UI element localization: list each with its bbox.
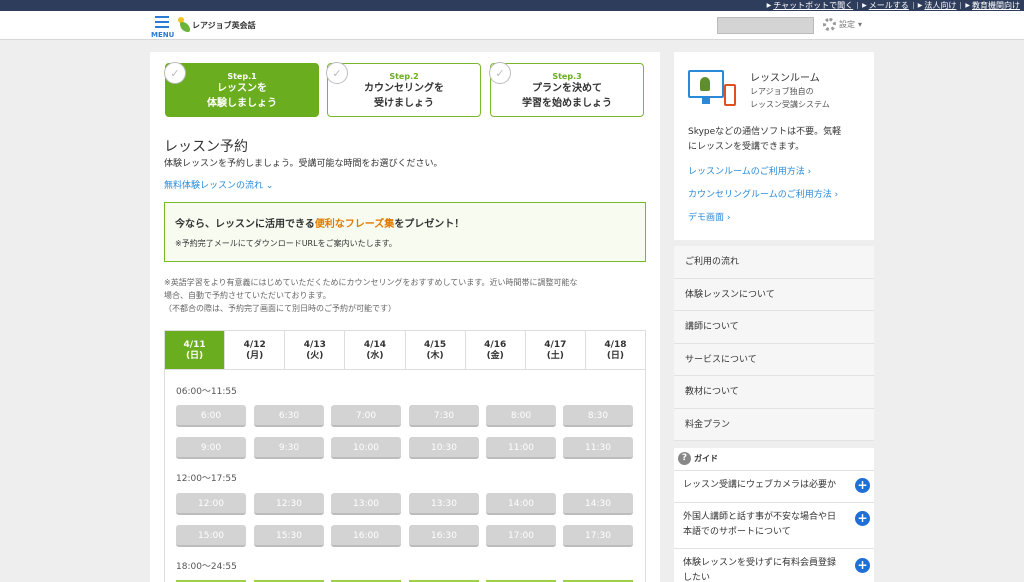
page-title: レッスン予約 [164, 139, 248, 155]
lesson-room-description: Skypeなどの通信ソフトは不要。気軽 にレッスンを受講できます。 [688, 127, 842, 152]
time-slot-button[interactable]: 12:30 [254, 493, 324, 515]
sidebar-item-pricing[interactable]: 料金プラン [674, 408, 874, 441]
time-slot-button[interactable]: 12:00 [176, 493, 246, 515]
date-tab[interactable]: 4/17 (土) [525, 331, 586, 369]
sidebar-item-trial-lesson[interactable]: 体験レッスンについて [674, 278, 874, 311]
time-slot-button[interactable]: 16:00 [331, 525, 401, 547]
chevron-down-icon: ▾ [858, 20, 863, 29]
time-slot-button[interactable]: 15:30 [254, 525, 324, 547]
time-slot-button[interactable]: 16:30 [409, 525, 479, 547]
guide-item-paid-registration[interactable]: 体験レッスンを受けずに有料会員登録 したい [683, 556, 859, 582]
time-slot-button[interactable]: 6:30 [254, 405, 324, 427]
time-slot-button[interactable]: 8:30 [563, 405, 633, 427]
time-slot-button[interactable]: 17:00 [486, 525, 556, 547]
lesson-room-usage-link[interactable]: レッスンルームのご利用方法 › [688, 164, 811, 177]
plus-icon[interactable]: + [855, 478, 870, 493]
time-slots: 06:00〜11:55 6:00 6:30 7:00 7:30 8:00 8:3… [164, 370, 646, 582]
plus-icon[interactable]: + [855, 511, 870, 526]
menu-button[interactable]: MENU [151, 14, 174, 39]
education-link[interactable]: ▶ 教育機関向け [965, 0, 1020, 11]
time-slot-button[interactable]: 10:00 [331, 437, 401, 459]
date-tab[interactable]: 4/11 (日) [165, 331, 226, 369]
chevron-right-icon: › [834, 190, 839, 200]
check-icon: ✓ [164, 62, 186, 84]
plus-icon[interactable]: + [855, 558, 870, 573]
time-slot-button[interactable]: 8:00 [486, 405, 556, 427]
step-2: ✓ Step.2 カウンセリングを 受けましょう [326, 62, 481, 117]
check-icon: ✓ [326, 62, 348, 84]
time-slot-button[interactable]: 9:30 [254, 437, 324, 459]
mail-link[interactable]: ▶ メールする [862, 0, 909, 11]
date-tab[interactable]: 4/18 (日) [585, 331, 645, 369]
counseling-note: ※英語学習をより有意義にはじめていただくためにカウンセリングをおすすめしています… [164, 278, 578, 313]
guide-panel: ? ガイド レッスン受講にウェブカメラは必要か + 外国人講師と話す事が不安な場… [674, 448, 874, 582]
hamburger-icon [155, 16, 169, 31]
time-slot-button[interactable]: 15:00 [176, 525, 246, 547]
chevron-down-icon: ⌄ [265, 181, 274, 191]
time-range-label: 18:00〜24:55 [176, 562, 237, 572]
chevron-right-icon: › [726, 213, 731, 223]
time-slot-button[interactable]: 13:30 [409, 493, 479, 515]
time-slot-button[interactable]: 6:00 [176, 405, 246, 427]
question-icon: ? [678, 452, 691, 465]
lesson-room-title: レッスンルーム [750, 73, 820, 84]
lesson-room-illustration-icon [688, 70, 736, 110]
sidebar-item-flow[interactable]: ご利用の流れ [674, 246, 874, 279]
time-slot-button[interactable]: 7:00 [331, 405, 401, 427]
main-content: ✓ Step.1 レッスンを 体験しましょう ✓ Step.2 カウンセリングを… [150, 52, 660, 582]
time-slot-button[interactable]: 14:00 [486, 493, 556, 515]
time-slot-button[interactable]: 13:00 [331, 493, 401, 515]
logo-mark-icon [178, 17, 190, 33]
logo[interactable]: レアジョブ英会話 [178, 17, 256, 33]
promo-box: 今なら、レッスンに活用できる便利なフレーズ集をプレゼント！ ※予約完了メールにて… [164, 202, 646, 262]
settings-button[interactable]: 設定 ▾ [823, 18, 862, 31]
time-slot-button[interactable]: 11:00 [486, 437, 556, 459]
date-tab[interactable]: 4/15 (木) [405, 331, 466, 369]
sidebar-item-materials[interactable]: 教材について [674, 376, 874, 409]
chatbot-link[interactable]: ▶ チャットボットで聞く [767, 0, 854, 11]
lesson-room-subtitle: レアジョブ独自の レッスン受講システム [750, 87, 830, 109]
time-range-label: 12:00〜17:55 [176, 474, 237, 484]
search-input[interactable] [717, 17, 814, 34]
time-slot-button[interactable]: 14:30 [563, 493, 633, 515]
promo-note: ※予約完了メールにてダウンロードURLをご案内いたします。 [175, 239, 397, 248]
guide-item-japanese-support[interactable]: 外国人講師と話す事が不安な場合や日 本語でのサポートについて [683, 510, 859, 540]
step-3: ✓ Step.3 プランを決めて 学習を始めましょう [489, 62, 644, 117]
time-range-label: 06:00〜11:55 [176, 387, 237, 397]
sidebar-item-service[interactable]: サービスについて [674, 343, 874, 376]
step-1: ✓ Step.1 レッスンを 体験しましょう [164, 62, 319, 117]
time-slot-button[interactable]: 11:30 [563, 437, 633, 459]
counseling-room-usage-link[interactable]: カウンセリングルームのご利用方法 › [688, 187, 838, 200]
sidebar-menu: ご利用の流れ 体験レッスンについて 講師について サービスについて 教材について… [674, 246, 874, 441]
top-utility-bar: ▶ チャットボットで聞く ▶ メールする ▶ 法人向け ▶ 教育機関向け [0, 0, 1024, 11]
guide-heading: ? ガイド [678, 452, 718, 465]
promo-headline: 今なら、レッスンに活用できる便利なフレーズ集をプレゼント！ [175, 219, 465, 230]
date-tab[interactable]: 4/16 (金) [465, 331, 526, 369]
date-tab[interactable]: 4/12 (月) [225, 331, 286, 369]
time-slot-button[interactable]: 9:00 [176, 437, 246, 459]
date-tab[interactable]: 4/13 (火) [285, 331, 346, 369]
demo-screen-link[interactable]: デモ画面 › [688, 210, 731, 223]
date-tabs: 4/11 (日) 4/12 (月) 4/13 (火) 4/14 (水) 4/15 (木) … [164, 330, 646, 370]
check-icon: ✓ [489, 62, 511, 84]
guide-item-webcam[interactable]: レッスン受講にウェブカメラは必要か [683, 478, 859, 493]
chevron-right-icon: › [807, 167, 812, 177]
sidebar-item-tutors[interactable]: 講師について [674, 311, 874, 344]
gear-icon [823, 18, 836, 31]
time-slot-button[interactable]: 17:30 [563, 525, 633, 547]
header: MENU レアジョブ英会話 設定 ▾ [0, 11, 1024, 40]
time-slot-button[interactable]: 7:30 [409, 405, 479, 427]
date-tab[interactable]: 4/14 (水) [345, 331, 406, 369]
lesson-room-card: レッスンルーム レアジョブ独自の レッスン受講システム Skypeなどの通信ソフ… [674, 52, 874, 240]
corporate-link[interactable]: ▶ 法人向け [918, 0, 957, 11]
time-slot-button[interactable]: 10:30 [409, 437, 479, 459]
trial-flow-link[interactable]: 無料体験レッスンの流れ ⌄ [164, 178, 273, 191]
lead-text: 体験レッスンを予約しましょう。受講可能な時間をお選びください。 [164, 159, 443, 169]
